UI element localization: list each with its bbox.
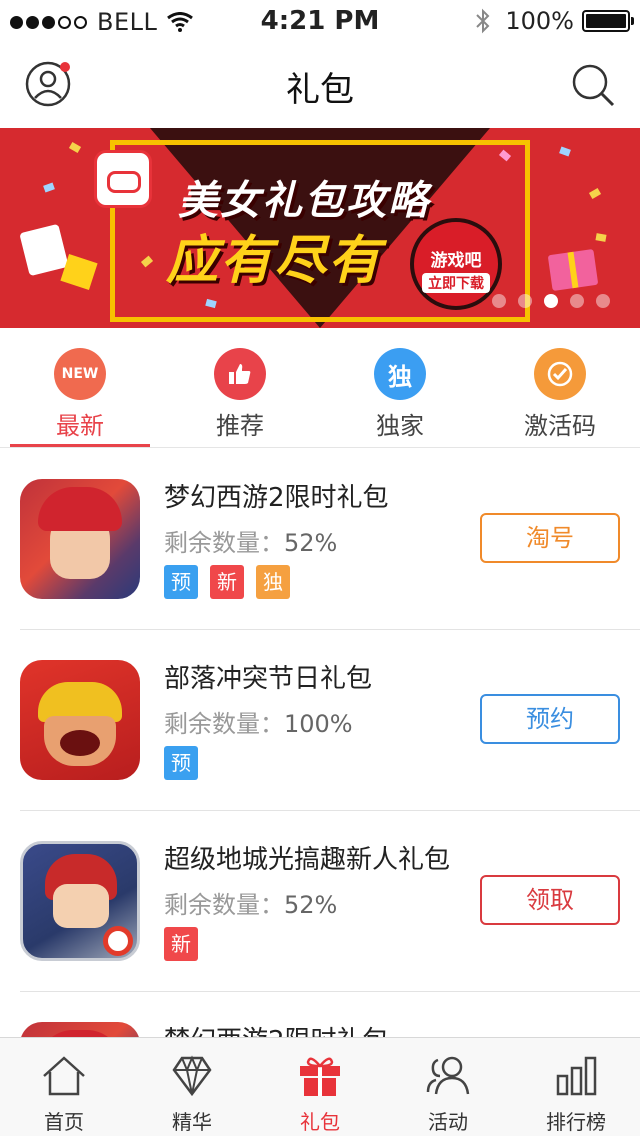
tab-recommended[interactable]: 推荐: [160, 328, 320, 448]
tao-hao-button[interactable]: 淘号: [480, 513, 620, 563]
bluetooth-icon: [476, 8, 490, 34]
game-controller-icon: [94, 150, 152, 208]
banner-subheadline: 应有尽有: [166, 231, 383, 291]
remaining-value: 100%: [284, 710, 353, 738]
gift-list: 梦幻西游2限时礼包 剩余数量：52% 预 新 独 淘号 部落冲突节日礼包 剩余数…: [0, 449, 640, 1037]
thumbs-up-icon: [214, 348, 266, 400]
tag-exclusive: 独: [256, 565, 290, 599]
tab-label: 首页: [44, 1110, 84, 1134]
tab-label: 排行榜: [546, 1110, 606, 1134]
tab-label: 激活码: [524, 412, 596, 440]
gift-title: 梦幻西游2限时礼包: [164, 1020, 389, 1037]
new-badge-icon: NEW: [54, 348, 106, 400]
download-badge[interactable]: 游戏吧 立即下载: [410, 218, 502, 310]
status-bar: BELL 4:21 PM 100%: [0, 0, 640, 40]
diamond-icon: [172, 1055, 212, 1097]
search-icon: [572, 64, 615, 107]
gift-title: 部落冲突节日礼包: [164, 664, 373, 694]
tab-home[interactable]: 首页: [0, 1038, 128, 1136]
badge-line1: 游戏吧: [430, 251, 482, 271]
page-title: 礼包: [286, 70, 354, 110]
game-icon-menghuan: [20, 1022, 140, 1037]
badge-line2: 立即下载: [422, 273, 490, 293]
remaining-label: 剩余数量：: [164, 529, 284, 557]
gift-title: 梦幻西游2限时礼包: [164, 483, 389, 513]
game-icon-menghuan: [20, 479, 140, 599]
remaining-value: 52%: [284, 891, 338, 919]
gift-icon: [300, 1057, 340, 1096]
gift-tags: 新: [164, 927, 198, 961]
chart-sticker-icon: [19, 223, 69, 277]
list-item[interactable]: 部落冲突节日礼包 剩余数量：100% 预 预约: [20, 630, 640, 811]
tab-events[interactable]: 活动: [384, 1038, 512, 1136]
tab-label: 推荐: [216, 412, 264, 440]
battery-icon: [582, 10, 634, 32]
game-icon-dungeon: [20, 841, 140, 961]
tab-activation-code[interactable]: 激活码: [480, 328, 640, 448]
carousel-dot-active[interactable]: [544, 294, 558, 308]
carousel-dot[interactable]: [570, 294, 584, 308]
tab-rankings[interactable]: 排行榜: [512, 1038, 640, 1136]
bottom-tab-bar: 首页 精华 礼包 活动 排行榜: [0, 1037, 640, 1136]
gift-remaining: 剩余数量：52%: [164, 523, 337, 558]
exclusive-icon: 独: [374, 348, 426, 400]
tag-preorder: 预: [164, 565, 198, 599]
tab-label: 活动: [428, 1110, 468, 1134]
bar-chart-icon: [556, 1056, 597, 1096]
remaining-label: 剩余数量：: [164, 891, 284, 919]
list-item[interactable]: 梦幻西游2限时礼包: [20, 992, 640, 1037]
carousel-dot[interactable]: [596, 294, 610, 308]
list-item[interactable]: 超级地城光搞趣新人礼包 剩余数量：52% 新 领取: [20, 811, 640, 992]
tab-label: 最新: [56, 412, 104, 440]
gift-tags: 预 新 独: [164, 565, 290, 599]
claim-button[interactable]: 领取: [480, 875, 620, 925]
gift-tags: 预: [164, 746, 198, 780]
list-item[interactable]: 梦幻西游2限时礼包 剩余数量：52% 预 新 独 淘号: [20, 449, 640, 630]
tab-label: 独家: [376, 412, 424, 440]
status-right: 100%: [475, 7, 634, 35]
tab-gifts[interactable]: 礼包: [256, 1038, 384, 1136]
tab-featured[interactable]: 精华: [128, 1038, 256, 1136]
reserve-button[interactable]: 预约: [480, 694, 620, 744]
tab-label: 精华: [172, 1110, 212, 1134]
gift-remaining: 剩余数量：52%: [164, 885, 337, 920]
tab-exclusive[interactable]: 独 独家: [320, 328, 480, 448]
people-icon: [426, 1056, 470, 1095]
carousel-dot[interactable]: [492, 294, 506, 308]
gift-title: 超级地城光搞趣新人礼包: [164, 845, 451, 875]
gift-box-icon: [547, 248, 599, 292]
checkmark-icon: [534, 348, 586, 400]
nav-header: 礼包: [0, 40, 640, 128]
tab-newest[interactable]: NEW 最新: [0, 328, 160, 448]
remaining-value: 52%: [284, 529, 338, 557]
gift-remaining: 剩余数量：100%: [164, 704, 353, 739]
search-button[interactable]: [570, 62, 616, 108]
category-tabs: NEW 最新 推荐 独 独家 激活码: [0, 328, 640, 448]
tag-new: 新: [164, 927, 198, 961]
home-icon: [43, 1056, 85, 1096]
carousel-dot[interactable]: [518, 294, 532, 308]
tag-new: 新: [210, 565, 244, 599]
game-icon-clash-of-clans: [20, 660, 140, 780]
active-tab-underline: [10, 444, 150, 447]
carousel-indicator: [492, 294, 610, 308]
battery-percent: 100%: [505, 7, 574, 35]
tag-preorder: 预: [164, 746, 198, 780]
remaining-label: 剩余数量：: [164, 710, 284, 738]
tab-label: 礼包: [300, 1110, 340, 1134]
